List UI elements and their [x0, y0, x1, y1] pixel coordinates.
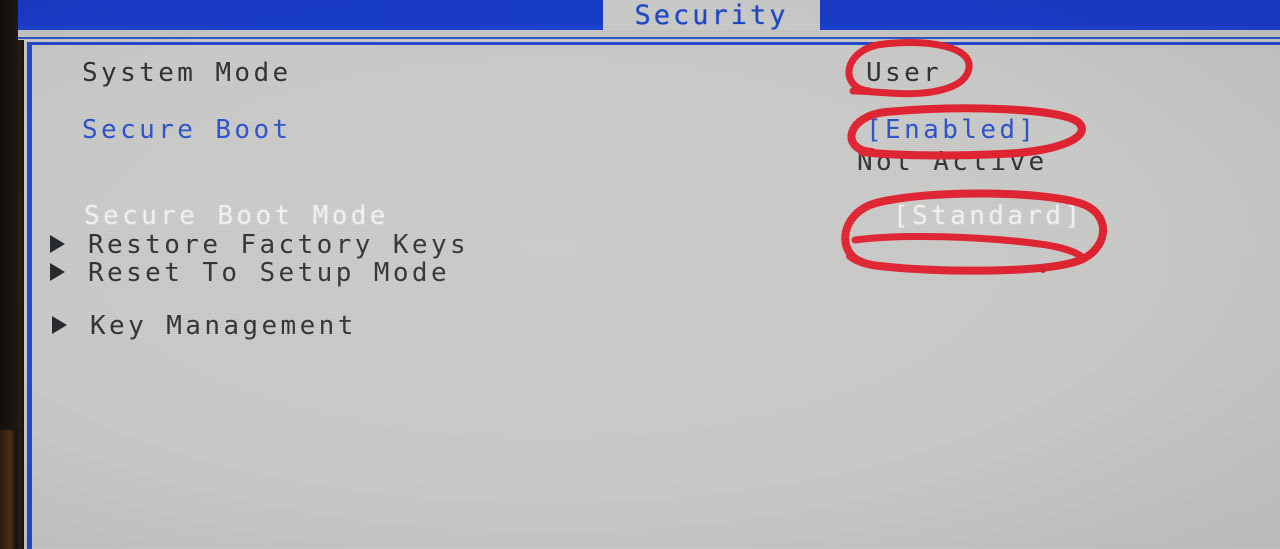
setting-value-secure-boot-status: Not Active [857, 147, 1048, 177]
submenu-arrow-icon-key-management [52, 316, 67, 334]
setting-label-key-management[interactable]: Key Management [90, 313, 357, 339]
setting-value-system-mode[interactable]: User [866, 60, 942, 86]
setting-label-secure-boot: Secure Boot [82, 115, 292, 145]
submenu-arrow-icon-reset-to-setup-mode [50, 263, 65, 281]
setting-label-restore-factory-keys[interactable]: Restore Factory Keys [88, 232, 469, 258]
setting-value-secure-boot-mode[interactable]: [Standard] [893, 203, 1084, 229]
settings-list: System Mode User Secure Boot [Enabled] N… [0, 0, 1280, 549]
setting-value-secure-boot[interactable]: [Enabled] [866, 117, 1037, 143]
bios-setup-screen: Security System Mode User Secure Boot [E… [0, 0, 1280, 549]
setting-label-reset-to-setup-mode[interactable]: Reset To Setup Mode [88, 260, 450, 286]
setting-label-system-mode: System Mode [82, 58, 292, 88]
submenu-arrow-icon-restore-factory-keys [50, 235, 65, 253]
setting-label-secure-boot-mode: Secure Boot Mode [84, 201, 389, 231]
